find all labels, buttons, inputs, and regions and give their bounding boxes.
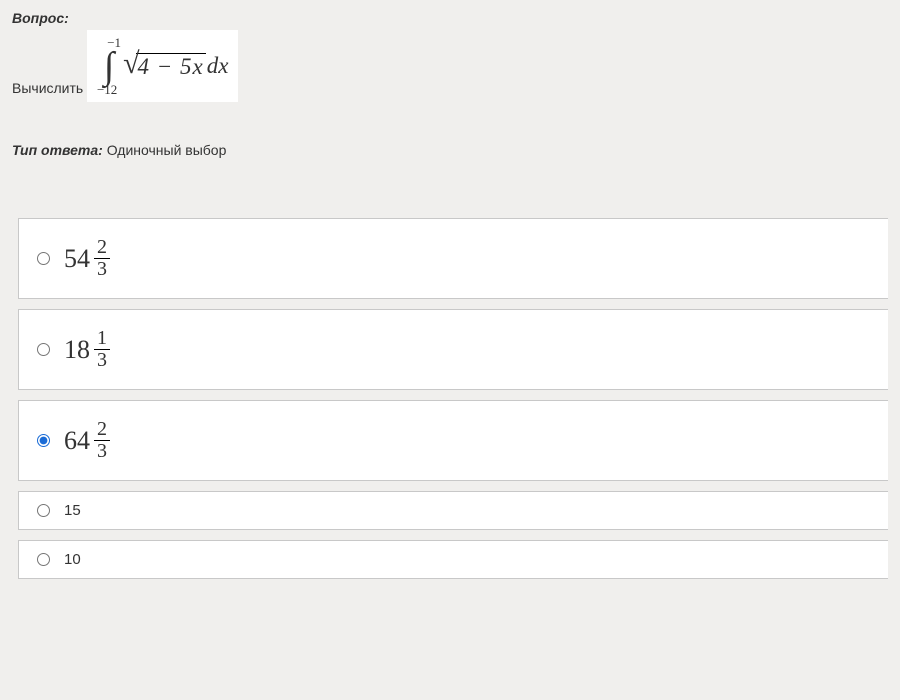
option-den-2: 3: [94, 441, 110, 462]
question-row: Вычислить −1 ∫ −12 √ 4 − 5x dx: [12, 30, 888, 102]
surd-symbol: √: [123, 47, 139, 81]
option-1[interactable]: 18 1 3: [18, 309, 888, 390]
option-fraction-2: 2 3: [94, 419, 110, 462]
option-den-1: 3: [94, 350, 110, 371]
option-value-0: 54 2 3: [64, 237, 110, 280]
sqrt-expression: √ 4 − 5x: [123, 49, 206, 83]
option-whole-2: 64: [64, 426, 90, 456]
option-radio-3[interactable]: [37, 504, 50, 517]
option-fraction-0: 2 3: [94, 237, 110, 280]
option-radio-2[interactable]: [37, 434, 50, 447]
option-radio-0[interactable]: [37, 252, 50, 265]
option-num-2: 2: [94, 419, 110, 441]
option-value-3: 15: [64, 502, 81, 519]
option-fraction-1: 1 3: [94, 328, 110, 371]
option-radio-1[interactable]: [37, 343, 50, 356]
answer-type-value: Одиночный выбор: [107, 142, 227, 158]
option-4[interactable]: 10: [18, 540, 888, 579]
option-value-2: 64 2 3: [64, 419, 110, 462]
lower-bound: −12: [97, 83, 117, 96]
option-radio-4[interactable]: [37, 553, 50, 566]
compute-prefix: Вычислить: [12, 80, 83, 102]
option-num-0: 2: [94, 237, 110, 259]
option-value-4: 10: [64, 551, 81, 568]
integral-symbol: ∫: [104, 49, 114, 83]
option-den-0: 3: [94, 259, 110, 280]
dx: dx: [207, 53, 229, 79]
answer-type-row: Тип ответа: Одиночный выбор: [12, 142, 888, 158]
option-num-1: 1: [94, 328, 110, 350]
option-3[interactable]: 15: [18, 491, 888, 530]
option-0[interactable]: 54 2 3: [18, 218, 888, 299]
integral-expression: −1 ∫ −12 √ 4 − 5x dx: [87, 30, 238, 102]
options-area: 54 2 3 18 1 3 64 2 3 15: [12, 218, 888, 579]
option-whole-1: 18: [64, 335, 90, 365]
integral-bounds: −1 ∫ −12: [97, 36, 121, 96]
question-label: Вопрос:: [12, 10, 888, 26]
answer-type-label: Тип ответа:: [12, 142, 103, 158]
option-whole-0: 54: [64, 244, 90, 274]
option-2[interactable]: 64 2 3: [18, 400, 888, 481]
radicand: 4 − 5x: [136, 53, 206, 80]
option-value-1: 18 1 3: [64, 328, 110, 371]
